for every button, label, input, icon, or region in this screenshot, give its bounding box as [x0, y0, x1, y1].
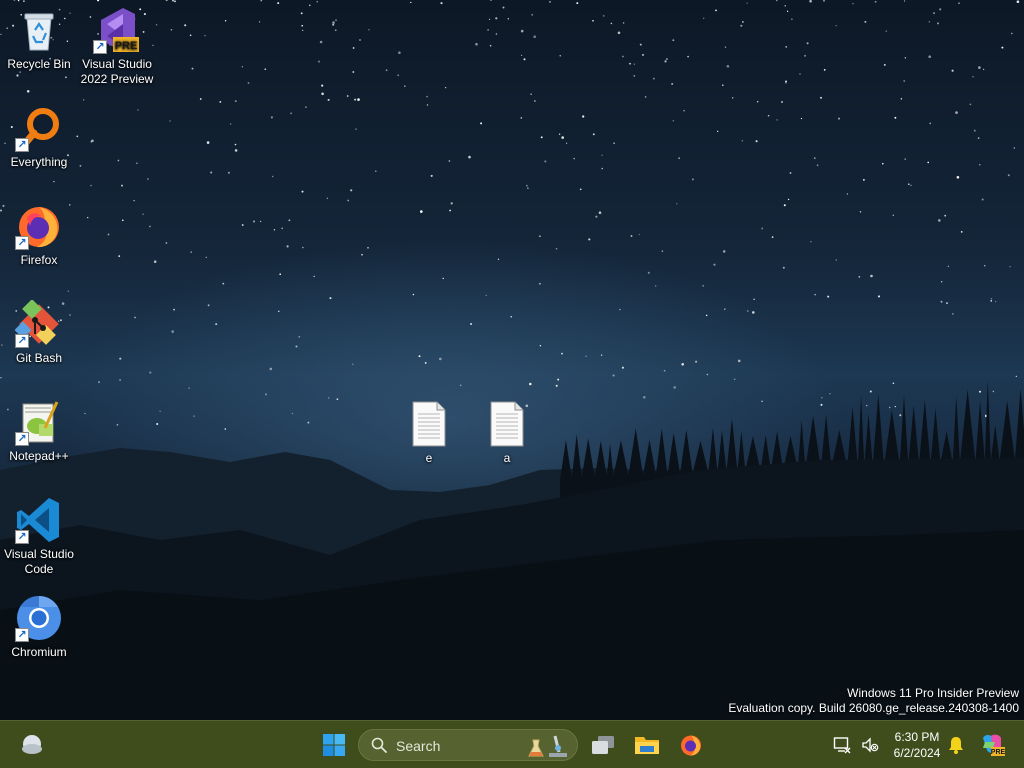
search-icon [371, 737, 387, 753]
desktop-icon-label: Visual Studio 2022 Preview [80, 57, 154, 86]
weather-cloud-icon [22, 735, 42, 754]
copilot-pre-badge: PRE [991, 749, 1005, 756]
desktop-icon-label: Everything [10, 155, 68, 169]
shortcut-arrow-icon: ↗ [15, 432, 29, 446]
watermark-line-1: Windows 11 Pro Insider Preview [847, 686, 1019, 700]
desktop-icon-label: Visual Studio Code [4, 547, 74, 576]
search-highlight-science-icon [528, 735, 567, 757]
text-file-icon [405, 400, 453, 448]
system-clock[interactable]: 6:30 PM 6/2/2024 [886, 729, 948, 761]
shortcut-arrow-icon: ↗ [15, 530, 29, 544]
shortcut-arrow-icon: ↗ [15, 138, 29, 152]
vscode-icon: ↗ [15, 496, 63, 544]
volume-button[interactable] [856, 729, 884, 761]
network-button[interactable] [828, 729, 856, 761]
network-disconnected-icon [833, 737, 851, 754]
file-explorer-button[interactable] [631, 729, 663, 761]
task-view-button[interactable] [587, 729, 619, 761]
notepad-plus-plus-icon: ↗ [15, 398, 63, 446]
taskbar: Search 6:30 PM 6/2/2024 PRE [0, 720, 1024, 768]
everything-search-icon: ↗ [15, 104, 63, 152]
desktop-icon-notepad-plus-plus[interactable]: ↗ Notepad++ [1, 398, 77, 464]
git-bash-icon: ↗ [15, 300, 63, 348]
windows-logo-icon [323, 734, 345, 756]
desktop-icon-label: Firefox [20, 253, 58, 267]
desktop-icon-chromium[interactable]: ↗ Chromium [1, 594, 77, 660]
copilot-pre-icon: PRE [983, 734, 1005, 756]
firefox-icon [681, 735, 701, 756]
folder-icon [635, 737, 659, 754]
desktop-icon-label: Git Bash [15, 351, 63, 365]
wallpaper-art [0, 0, 1024, 720]
firefox-icon: ↗ [15, 202, 63, 250]
desktop-wallpaper [0, 0, 1024, 720]
desktop-icon-recycle-bin[interactable]: Recycle Bin [1, 6, 77, 72]
shortcut-arrow-icon: ↗ [93, 40, 107, 54]
desktop-icon-firefox[interactable]: ↗ Firefox [1, 202, 77, 268]
desktop-icon-label: Notepad++ [9, 449, 69, 463]
recycle-bin-icon [15, 6, 63, 54]
copilot-button[interactable]: PRE [976, 729, 1008, 761]
shortcut-arrow-icon: ↗ [15, 628, 29, 642]
start-button[interactable] [318, 729, 350, 761]
task-view-icon [592, 736, 614, 754]
desktop-icon-git-bash[interactable]: ↗ Git Bash [1, 300, 77, 366]
text-file-icon [483, 400, 531, 448]
firefox-taskbar-button[interactable] [675, 729, 707, 761]
visual-studio-preview-icon: PRE ↗ [93, 6, 141, 54]
desktop-file-a[interactable]: a [469, 400, 545, 466]
watermark-line-2: Evaluation copy. Build 26080.ge_release.… [728, 701, 1019, 715]
desktop-icon-label: Chromium [11, 645, 67, 659]
pre-badge: PRE [115, 40, 138, 52]
shortcut-arrow-icon: ↗ [15, 236, 29, 250]
desktop-icon-label: Recycle Bin [7, 57, 71, 71]
clock-time: 6:30 PM [894, 730, 940, 744]
bell-icon [949, 737, 963, 754]
notifications-button[interactable] [944, 729, 968, 761]
volume-muted-icon [862, 737, 879, 753]
desktop-icon-label: a [503, 451, 511, 465]
search-placeholder: Search [396, 738, 441, 754]
shortcut-arrow-icon: ↗ [15, 334, 29, 348]
desktop-icon-vscode[interactable]: ↗ Visual Studio Code [1, 496, 77, 577]
windows-evaluation-watermark: Windows 11 Pro Insider Preview Evaluatio… [728, 686, 1019, 716]
desktop-icon-everything[interactable]: ↗ Everything [1, 104, 77, 170]
widgets-button[interactable] [16, 729, 48, 761]
desktop-icon-visual-studio-preview[interactable]: PRE ↗ Visual Studio 2022 Preview [79, 6, 155, 87]
clock-date: 6/2/2024 [893, 746, 941, 760]
desktop-file-e[interactable]: e [391, 400, 467, 466]
taskbar-search-box[interactable]: Search [358, 729, 578, 761]
chromium-icon: ↗ [15, 594, 63, 642]
desktop-icon-label: e [425, 451, 433, 465]
